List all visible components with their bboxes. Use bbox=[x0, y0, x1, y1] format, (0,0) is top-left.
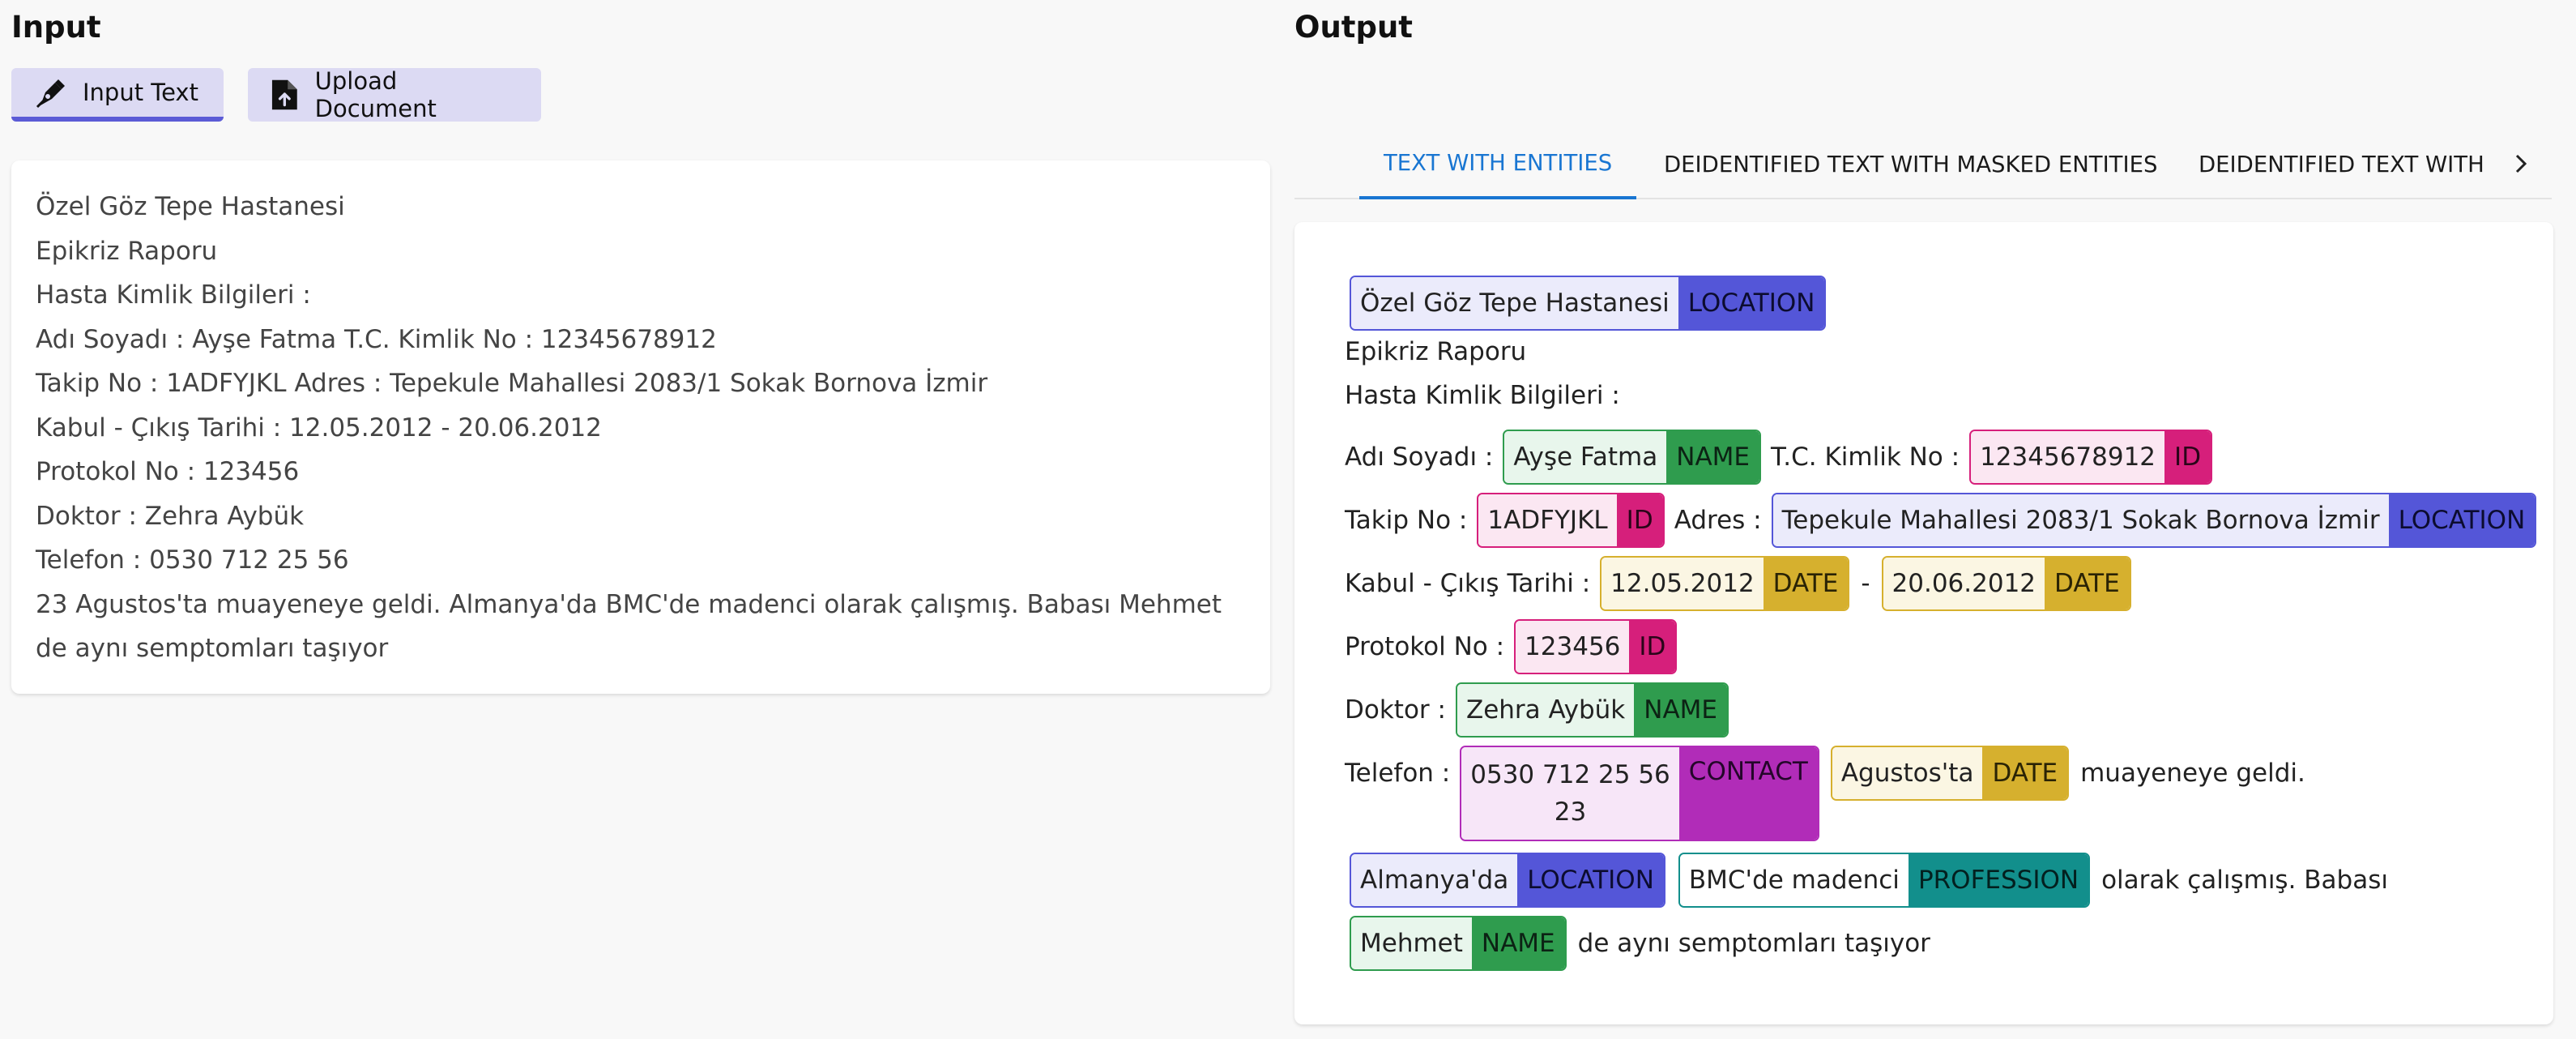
output-row: Epikriz Raporu bbox=[1345, 337, 1526, 366]
contact-line: 0530 712 25 56 bbox=[1470, 760, 1670, 789]
plain-text: olarak çalışmış. Babası bbox=[2101, 866, 2388, 895]
input-line: Telefon : 0530 712 25 56 bbox=[36, 545, 349, 575]
output-row: Doktor : Zehra Aybük NAME bbox=[1345, 682, 1729, 738]
entity-chip-name: Ayşe Fatma NAME bbox=[1503, 430, 1761, 485]
input-line: Doktor : Zehra Aybük bbox=[36, 501, 305, 531]
plain-text: T.C. Kimlik No : bbox=[1770, 443, 1960, 472]
input-title: Input bbox=[11, 10, 101, 45]
entity-chip-date: 12.05.2012 DATE bbox=[1600, 556, 1850, 611]
output-row: Kabul - Çıkış Tarihi : 12.05.2012 DATE -… bbox=[1345, 556, 2131, 611]
entity-value: Agustos'ta bbox=[1832, 747, 1983, 799]
input-line: Adı Soyadı : Ayşe Fatma T.C. Kimlik No :… bbox=[36, 324, 717, 354]
output-row: Özel Göz Tepe Hastanesi LOCATION bbox=[1350, 276, 1827, 331]
entity-chip-date: Agustos'ta DATE bbox=[1830, 746, 2070, 801]
entity-chip-id: 1ADFYJKL ID bbox=[1477, 493, 1665, 548]
input-line: Özel Göz Tepe Hastanesi bbox=[36, 192, 345, 221]
entity-chip-profession: BMC'de madenci PROFESSION bbox=[1678, 853, 2091, 908]
entity-value: Almanya'da bbox=[1351, 854, 1518, 906]
tab-text-with-entities[interactable]: TEXT WITH ENTITIES bbox=[1359, 130, 1637, 199]
entity-label: NAME bbox=[1471, 917, 1565, 969]
upload-document-button[interactable]: Upload Document bbox=[248, 67, 541, 122]
plain-text: - bbox=[1861, 569, 1870, 598]
entity-chip-name: Mehmet NAME bbox=[1350, 916, 1567, 971]
input-line: Epikriz Raporu bbox=[36, 236, 218, 266]
input-line: Hasta Kimlik Bilgileri : bbox=[36, 280, 311, 310]
tab-deidentified-with[interactable]: DEIDENTIFIED TEXT WITH bbox=[2199, 130, 2484, 199]
entity-value: Mehmet bbox=[1351, 917, 1472, 969]
entity-value: 1ADFYJKL bbox=[1478, 494, 1617, 546]
entity-chip-name: Zehra Aybük NAME bbox=[1455, 682, 1729, 738]
entity-value: 123456 bbox=[1516, 621, 1630, 673]
input-line: Takip No : 1ADFYJKL Adres : Tepekule Mah… bbox=[36, 369, 988, 398]
entity-value: Ayşe Fatma bbox=[1504, 431, 1667, 483]
plain-text: Protokol No : bbox=[1345, 632, 1505, 661]
entity-value: 20.06.2012 bbox=[1883, 558, 2045, 609]
entity-label: DATE bbox=[1982, 747, 2068, 799]
entity-value: Tepekule Mahallesi 2083/1 Sokak Bornova … bbox=[1772, 494, 2389, 546]
plain-text: Takip No : bbox=[1345, 506, 1468, 535]
plain-text: Hasta Kimlik Bilgileri : bbox=[1345, 381, 1620, 410]
plain-text: muayeneye geldi. bbox=[2080, 759, 2305, 788]
entity-chip-date: 20.06.2012 DATE bbox=[1881, 556, 2131, 611]
contact-line: 23 bbox=[1554, 797, 1587, 827]
entity-value: BMC'de madenci bbox=[1679, 854, 1909, 906]
pen-nib-icon bbox=[36, 79, 65, 109]
entity-value: 12.05.2012 bbox=[1601, 558, 1764, 609]
entity-label: DATE bbox=[1763, 558, 1849, 609]
output-row: Hasta Kimlik Bilgileri : bbox=[1345, 381, 1620, 410]
input-text-label: Input Text bbox=[83, 79, 198, 106]
entity-chip-contact: 0530 712 25 56 23 CONTACT bbox=[1460, 746, 1819, 841]
plain-text: Doktor : bbox=[1345, 695, 1446, 725]
output-title: Output bbox=[1294, 10, 1413, 45]
entity-chip-location: Almanya'da LOCATION bbox=[1350, 853, 1665, 908]
output-row: Almanya'da LOCATION BMC'de madenci PROFE… bbox=[1350, 853, 2388, 908]
file-upload-icon bbox=[271, 79, 297, 110]
input-line: 23 Agustos'ta muayeneye geldi. Almanya'd… bbox=[36, 589, 1222, 664]
entity-chip-location: Özel Göz Tepe Hastanesi LOCATION bbox=[1350, 276, 1827, 331]
input-line: Protokol No : 123456 bbox=[36, 457, 300, 486]
entity-chip-id: 12345678912 ID bbox=[1969, 430, 2213, 485]
entity-label: NAME bbox=[1634, 684, 1727, 736]
entity-label: ID bbox=[2164, 431, 2211, 483]
output-row: Telefon : 0530 712 25 56 23 CONTACT Agus… bbox=[1345, 746, 2305, 841]
input-text-area[interactable]: Özel Göz Tepe Hastanesi Epikriz Raporu H… bbox=[11, 160, 1270, 694]
plain-text: Adı Soyadı : bbox=[1345, 443, 1494, 472]
input-line: Kabul - Çıkış Tarihi : 12.05.2012 - 20.0… bbox=[36, 413, 602, 443]
entity-label: LOCATION bbox=[1678, 277, 1825, 329]
entity-chip-location: Tepekule Mahallesi 2083/1 Sokak Bornova … bbox=[1771, 493, 2537, 548]
entity-label: ID bbox=[1629, 621, 1676, 673]
output-tabs: TEXT WITH ENTITIES DEIDENTIFIED TEXT WIT… bbox=[1294, 130, 2552, 199]
entity-label: LOCATION bbox=[1517, 854, 1664, 906]
entity-chip-id: 123456 ID bbox=[1514, 619, 1678, 674]
output-row: Adı Soyadı : Ayşe Fatma NAME T.C. Kimlik… bbox=[1345, 430, 2213, 485]
plain-text: Adres : bbox=[1674, 506, 1762, 535]
output-row: Mehmet NAME de aynı semptomları taşıyor bbox=[1350, 916, 1930, 971]
chevron-right-icon[interactable] bbox=[2505, 146, 2537, 182]
entity-label: ID bbox=[1616, 494, 1663, 546]
entity-label: PROFESSION bbox=[1908, 854, 2089, 906]
entity-value: Zehra Aybük bbox=[1456, 684, 1635, 736]
plain-text: Epikriz Raporu bbox=[1345, 337, 1527, 366]
entity-value: 12345678912 bbox=[1971, 431, 2165, 483]
tab-deidentified-masked[interactable]: DEIDENTIFIED TEXT WITH MASKED ENTITIES bbox=[1664, 130, 2157, 199]
output-row: Protokol No : 123456 ID bbox=[1345, 619, 1678, 674]
entity-label: NAME bbox=[1666, 431, 1759, 483]
output-row: Takip No : 1ADFYJKL ID Adres : Tepekule … bbox=[1345, 493, 2537, 548]
entity-label: LOCATION bbox=[2388, 494, 2535, 546]
input-text-button[interactable]: Input Text bbox=[11, 68, 224, 122]
plain-text: Kabul - Çıkış Tarihi : bbox=[1345, 569, 1591, 598]
entity-label: DATE bbox=[2045, 558, 2130, 609]
entity-value: Özel Göz Tepe Hastanesi bbox=[1351, 277, 1678, 329]
upload-document-label: Upload Document bbox=[314, 67, 437, 122]
plain-text: de aynı semptomları taşıyor bbox=[1577, 929, 1930, 958]
entity-value: 0530 712 25 56 23 bbox=[1461, 747, 1679, 840]
output-card: Özel Göz Tepe Hastanesi LOCATION Epikriz… bbox=[1294, 222, 2553, 1024]
entity-label: CONTACT bbox=[1678, 747, 1818, 840]
plain-text: Telefon : bbox=[1345, 759, 1451, 788]
